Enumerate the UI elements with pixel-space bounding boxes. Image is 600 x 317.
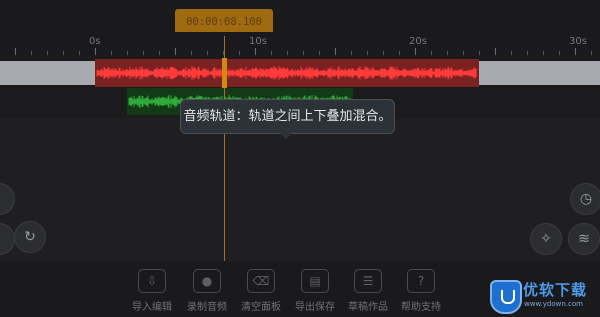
ruler-tick [191, 51, 192, 55]
tooltip: 音频轨道：轨道之间上下叠加混合。 [180, 99, 395, 134]
magic-wand-button[interactable]: ✧ [530, 223, 562, 255]
ruler-tick [63, 51, 64, 55]
ruler-tick [511, 51, 512, 55]
ruler-tick [143, 51, 144, 55]
ruler-tick [415, 48, 416, 55]
magic-wand-icon: ✧ [540, 231, 552, 247]
ruler-tick [543, 51, 544, 55]
ruler-label: 10s [249, 36, 267, 47]
tool-label: 草稿作品 [348, 302, 388, 313]
ruler-tick [111, 51, 112, 55]
clock-button[interactable]: ◷ [570, 183, 600, 215]
ruler-tick [287, 51, 288, 55]
ruler-tick [159, 51, 160, 55]
side-button-left-bottom[interactable] [0, 223, 15, 255]
ruler-tick [383, 51, 384, 55]
top-bar [0, 0, 600, 32]
save-icon: ▤ [301, 269, 329, 293]
ruler-tick [95, 48, 96, 55]
tool-import-edit[interactable]: ⇩ 导入编辑 [122, 269, 182, 313]
tool-label: 清空面板 [241, 302, 281, 313]
ruler-tick [335, 48, 336, 55]
red-waveform [96, 66, 477, 80]
clock-icon: ◷ [579, 191, 593, 207]
tool-record-audio[interactable]: ● 录制音频 [177, 269, 237, 313]
side-button-left-top[interactable] [0, 183, 15, 215]
tool-label: 帮助支持 [401, 302, 441, 313]
ruler-tick [303, 51, 304, 55]
empty-region-right [479, 61, 600, 85]
microphone-icon: ● [193, 269, 221, 293]
ruler-tick [271, 51, 272, 55]
help-icon: ? [407, 269, 435, 293]
ruler-tick [79, 51, 80, 55]
ruler-tick [255, 48, 256, 55]
redo-icon: ↻ [24, 229, 36, 245]
ruler-label: 20s [409, 36, 427, 47]
tool-export-save[interactable]: ▤ 导出保存 [285, 269, 345, 313]
ruler-tick [367, 51, 368, 55]
ruler-tick [351, 51, 352, 55]
tool-drafts[interactable]: ☰ 草稿作品 [338, 269, 398, 313]
ruler-tick [559, 51, 560, 55]
ruler-tick [399, 51, 400, 55]
ruler-tick [207, 51, 208, 55]
ruler-tick [495, 48, 496, 55]
import-icon: ⇩ [138, 269, 166, 293]
playhead-handle[interactable] [222, 58, 227, 88]
ruler-tick [175, 48, 176, 55]
tool-label: 导出保存 [295, 302, 335, 313]
ruler-tick [575, 48, 576, 55]
ruler-tick [431, 51, 432, 55]
ruler-tick [479, 51, 480, 55]
ruler-label: 0s [89, 36, 101, 47]
list-icon: ☰ [354, 269, 382, 293]
trash-icon: ⌫ [247, 269, 275, 293]
ruler-tick [127, 51, 128, 55]
empty-region-left [0, 61, 95, 85]
ruler-tick [239, 51, 240, 55]
waveform-icon: ≋ [578, 231, 590, 247]
ruler-tick [319, 51, 320, 55]
ruler-tick [463, 51, 464, 55]
ruler-tick [527, 51, 528, 55]
logo-domain: www.ydown.com [524, 300, 583, 308]
timeline-ruler[interactable]: 0s 10s 20s 30s [0, 32, 600, 58]
waveform-button[interactable]: ≋ [568, 223, 600, 255]
ruler-label: 30s [569, 36, 587, 47]
audio-clip-red[interactable] [95, 59, 479, 87]
ruler-tick [47, 51, 48, 55]
tooltip-arrow [279, 132, 293, 139]
ruler-tick [31, 51, 32, 55]
watermark-logo: 优软下载 www.ydown.com [490, 278, 600, 317]
shield-logo-icon [490, 280, 522, 314]
logo-brand: 优软下载 [523, 281, 588, 299]
ruler-tick [447, 51, 448, 55]
tool-help[interactable]: ? 帮助支持 [391, 269, 451, 313]
tool-clear-panel[interactable]: ⌫ 清空面板 [231, 269, 291, 313]
ruler-tick [591, 51, 592, 55]
ruler-tick [15, 48, 16, 55]
redo-button[interactable]: ↻ [14, 221, 46, 253]
tool-label: 导入编辑 [132, 302, 172, 313]
tool-label: 录制音频 [187, 302, 227, 313]
